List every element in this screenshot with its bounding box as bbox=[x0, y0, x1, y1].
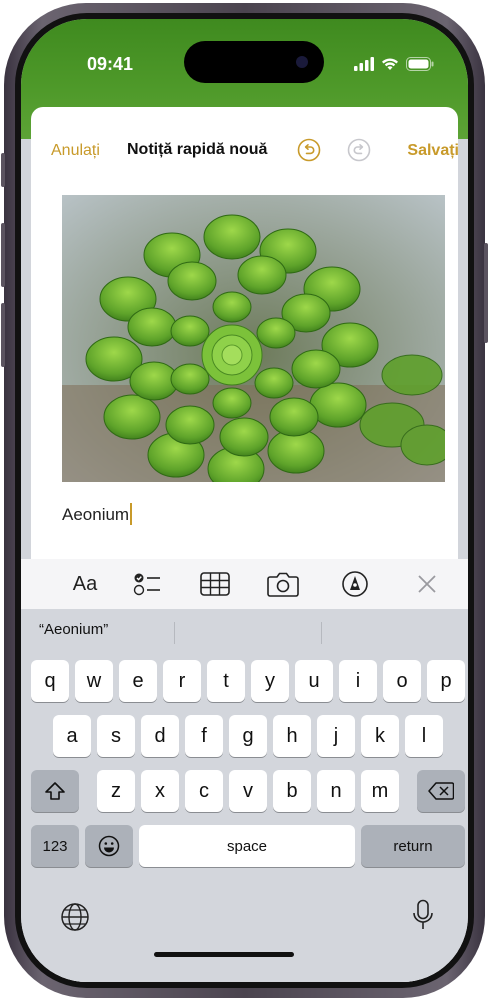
key-m[interactable]: m bbox=[361, 770, 399, 812]
key-b[interactable]: b bbox=[273, 770, 311, 812]
text-cursor bbox=[130, 503, 133, 525]
status-icons bbox=[354, 57, 434, 71]
format-text-button[interactable]: Aa bbox=[63, 569, 107, 599]
key-f[interactable]: f bbox=[185, 715, 223, 757]
suggestion-3[interactable] bbox=[322, 609, 468, 649]
key-i[interactable]: i bbox=[339, 660, 377, 702]
succulent-photo bbox=[62, 195, 445, 482]
key-w[interactable]: w bbox=[75, 660, 113, 702]
battery-icon bbox=[406, 57, 434, 71]
key-v[interactable]: v bbox=[229, 770, 267, 812]
key-s[interactable]: s bbox=[97, 715, 135, 757]
key-d[interactable]: d bbox=[141, 715, 179, 757]
volume-down-button bbox=[1, 303, 5, 367]
note-text: Aeonium bbox=[62, 505, 130, 524]
key-g[interactable]: g bbox=[229, 715, 267, 757]
screen: 09:41 Anulați Notiță rapidă nouă Salvați… bbox=[21, 19, 468, 982]
redo-icon[interactable] bbox=[347, 138, 371, 162]
note-body[interactable]: Aeonium bbox=[62, 503, 133, 525]
home-indicator bbox=[154, 952, 294, 957]
camera-icon bbox=[296, 56, 308, 68]
keyboard: “Aeonium” q w e r t y u i o p a s d f g … bbox=[21, 609, 468, 982]
space-key[interactable]: space bbox=[139, 825, 355, 867]
delete-icon bbox=[428, 782, 454, 800]
delete-key[interactable] bbox=[417, 770, 465, 812]
key-u[interactable]: u bbox=[295, 660, 333, 702]
format-toolbar: Aa bbox=[21, 559, 468, 609]
table-icon[interactable] bbox=[195, 569, 235, 599]
key-h[interactable]: h bbox=[273, 715, 311, 757]
key-k[interactable]: k bbox=[361, 715, 399, 757]
key-o[interactable]: o bbox=[383, 660, 421, 702]
key-l[interactable]: l bbox=[405, 715, 443, 757]
key-j[interactable]: j bbox=[317, 715, 355, 757]
emoji-key[interactable] bbox=[85, 825, 133, 867]
key-n[interactable]: n bbox=[317, 770, 355, 812]
shift-key[interactable] bbox=[31, 770, 79, 812]
key-z[interactable]: z bbox=[97, 770, 135, 812]
power-button bbox=[484, 243, 488, 343]
key-q[interactable]: q bbox=[31, 660, 69, 702]
cancel-button[interactable]: Anulați bbox=[51, 142, 100, 160]
key-r[interactable]: r bbox=[163, 660, 201, 702]
wifi-icon bbox=[382, 58, 398, 70]
close-toolbar-icon[interactable] bbox=[409, 569, 445, 599]
key-x[interactable]: x bbox=[141, 770, 179, 812]
camera-icon[interactable] bbox=[263, 569, 303, 599]
key-c[interactable]: c bbox=[185, 770, 223, 812]
shift-icon bbox=[45, 782, 65, 800]
save-button[interactable]: Salvați bbox=[407, 142, 459, 160]
suggestion-2[interactable] bbox=[175, 609, 321, 649]
key-a[interactable]: a bbox=[53, 715, 91, 757]
microphone-icon[interactable] bbox=[412, 899, 434, 931]
return-key[interactable]: return bbox=[361, 825, 465, 867]
checklist-icon[interactable] bbox=[127, 569, 167, 599]
undo-icon[interactable] bbox=[297, 138, 321, 162]
key-t[interactable]: t bbox=[207, 660, 245, 702]
action-button bbox=[1, 153, 5, 187]
markup-pen-icon[interactable] bbox=[335, 569, 375, 599]
emoji-icon bbox=[98, 835, 120, 857]
key-e[interactable]: e bbox=[119, 660, 157, 702]
volume-up-button bbox=[1, 223, 5, 287]
status-time: 09:41 bbox=[87, 54, 134, 74]
key-p[interactable]: p bbox=[427, 660, 465, 702]
cellular-signal-icon bbox=[354, 57, 374, 71]
globe-icon[interactable] bbox=[60, 902, 90, 932]
page-title: Notiță rapidă nouă bbox=[127, 141, 268, 158]
numbers-key[interactable]: 123 bbox=[31, 825, 79, 867]
aeonium-image bbox=[62, 195, 445, 482]
suggestion-1[interactable]: “Aeonium” bbox=[39, 609, 159, 649]
nav-bar: Anulați Notiță rapidă nouă Salvați bbox=[31, 107, 459, 167]
dynamic-island bbox=[184, 41, 324, 83]
key-y[interactable]: y bbox=[251, 660, 289, 702]
